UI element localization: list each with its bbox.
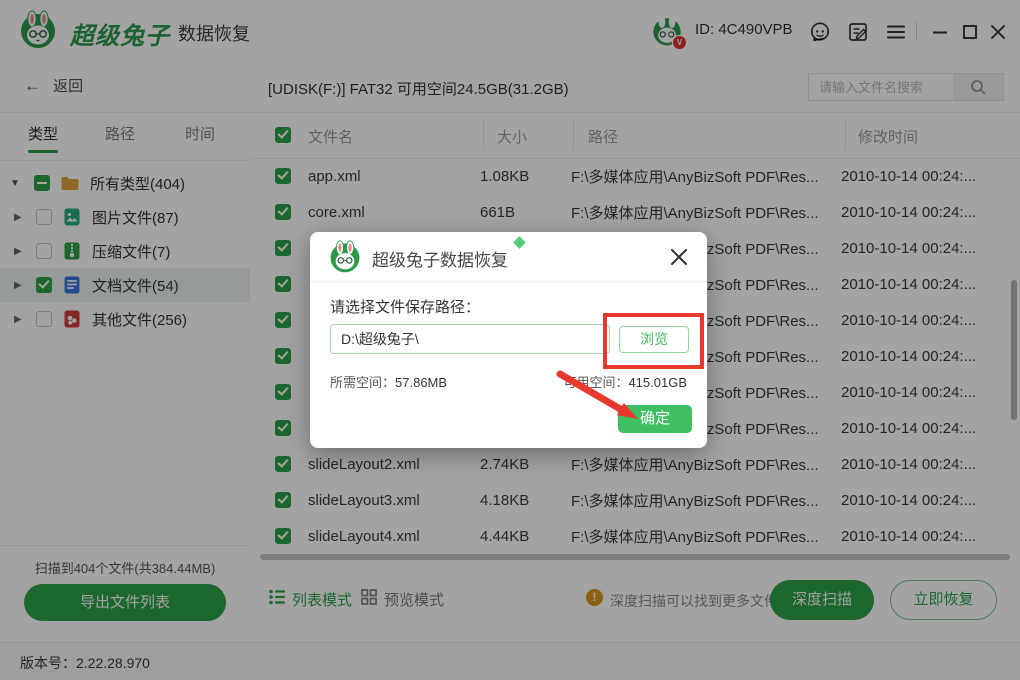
dialog-header: 超级兔子数据恢复 [310, 232, 707, 282]
dialog-title: 超级兔子数据恢复 [372, 251, 508, 270]
save-path-label: 请选择文件保存路径： [330, 299, 481, 316]
title-diamond-decoration [513, 236, 526, 249]
save-path-input[interactable] [330, 324, 610, 354]
dialog-close-icon[interactable] [667, 245, 691, 269]
required-space-value: 57.86MB [395, 375, 448, 390]
app-window: 超级兔子 数据恢复 V ID: 4C490VPB ← 返回 类型 路径 时间 ▼… [0, 0, 1020, 680]
app-logo-icon [328, 240, 362, 274]
required-space-label: 所需空间： [330, 375, 396, 390]
annotation-arrow [556, 370, 638, 419]
